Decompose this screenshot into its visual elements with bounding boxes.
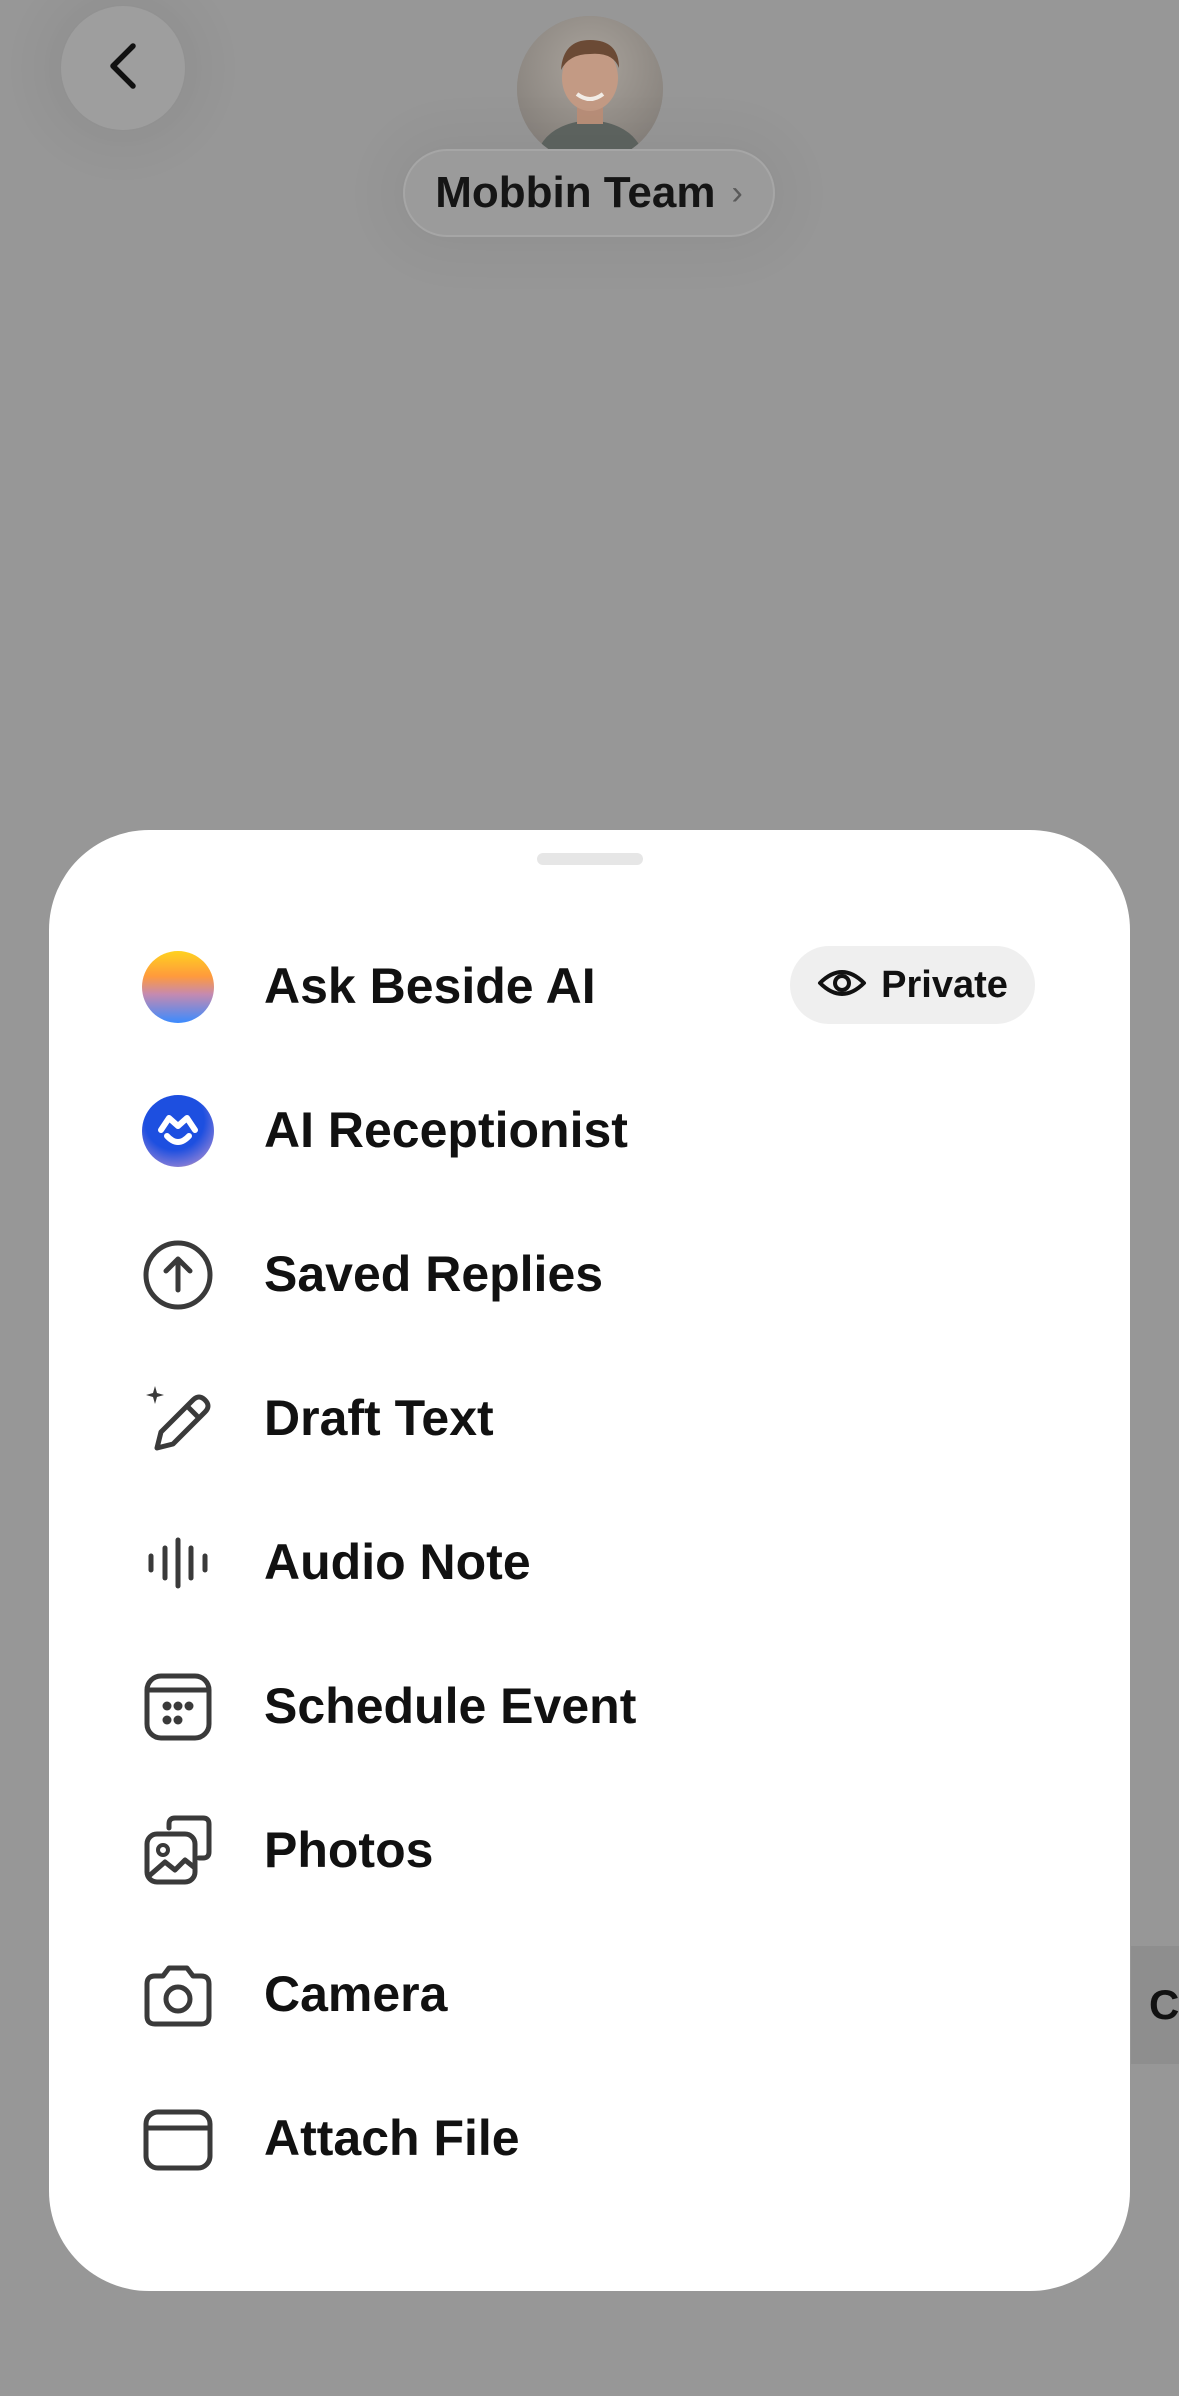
menu-item-label: Audio Note [264, 1534, 531, 1590]
chevron-left-icon [101, 38, 145, 99]
menu-item-audio-note[interactable]: Audio Note [49, 1502, 1130, 1622]
menu-item-camera[interactable]: Camera [49, 1934, 1130, 2054]
contact-name-button[interactable]: Mobbin Team › [403, 149, 775, 237]
sparkle-pencil-icon [141, 1382, 215, 1456]
beside-ai-orb-icon [141, 950, 215, 1024]
menu-item-ask-beside-ai[interactable]: Ask Beside AI [49, 926, 1130, 1046]
ai-receptionist-icon [141, 1094, 215, 1168]
attachment-action-sheet: Private Ask Beside AI AI Receptionist Sa… [49, 830, 1130, 2291]
menu-item-attach-file[interactable]: Attach File [49, 2078, 1130, 2198]
folder-icon [141, 2102, 215, 2176]
menu-item-draft-text[interactable]: Draft Text [49, 1358, 1130, 1478]
menu-item-saved-replies[interactable]: Saved Replies [49, 1214, 1130, 1334]
menu-item-label: Saved Replies [264, 1246, 604, 1302]
menu-item-label: Draft Text [264, 1390, 494, 1446]
menu-item-label: AI Receptionist [264, 1102, 628, 1158]
menu-item-photos[interactable]: Photos [49, 1790, 1130, 1910]
arrow-up-circle-icon [141, 1238, 215, 1312]
back-button[interactable] [61, 6, 185, 130]
chevron-right-icon: › [731, 173, 743, 212]
menu-item-label: Camera [264, 1966, 448, 2022]
menu-item-ai-receptionist[interactable]: AI Receptionist [49, 1070, 1130, 1190]
waveform-icon [141, 1526, 215, 1600]
calendar-icon [141, 1670, 215, 1744]
contact-avatar[interactable] [517, 16, 663, 162]
contact-name: Mobbin Team [435, 168, 716, 217]
partially-hidden-button-label: C [1149, 1981, 1179, 2028]
photos-icon [141, 1814, 215, 1888]
menu-item-label: Ask Beside AI [264, 958, 596, 1014]
camera-icon [141, 1958, 215, 2032]
menu-item-label: Schedule Event [264, 1678, 637, 1734]
menu-item-label: Attach File [264, 2110, 520, 2166]
partially-hidden-button: C [1131, 1946, 1179, 2064]
sheet-drag-handle[interactable] [537, 853, 643, 865]
menu-item-schedule-event[interactable]: Schedule Event [49, 1646, 1130, 1766]
menu-item-label: Photos [264, 1822, 434, 1878]
